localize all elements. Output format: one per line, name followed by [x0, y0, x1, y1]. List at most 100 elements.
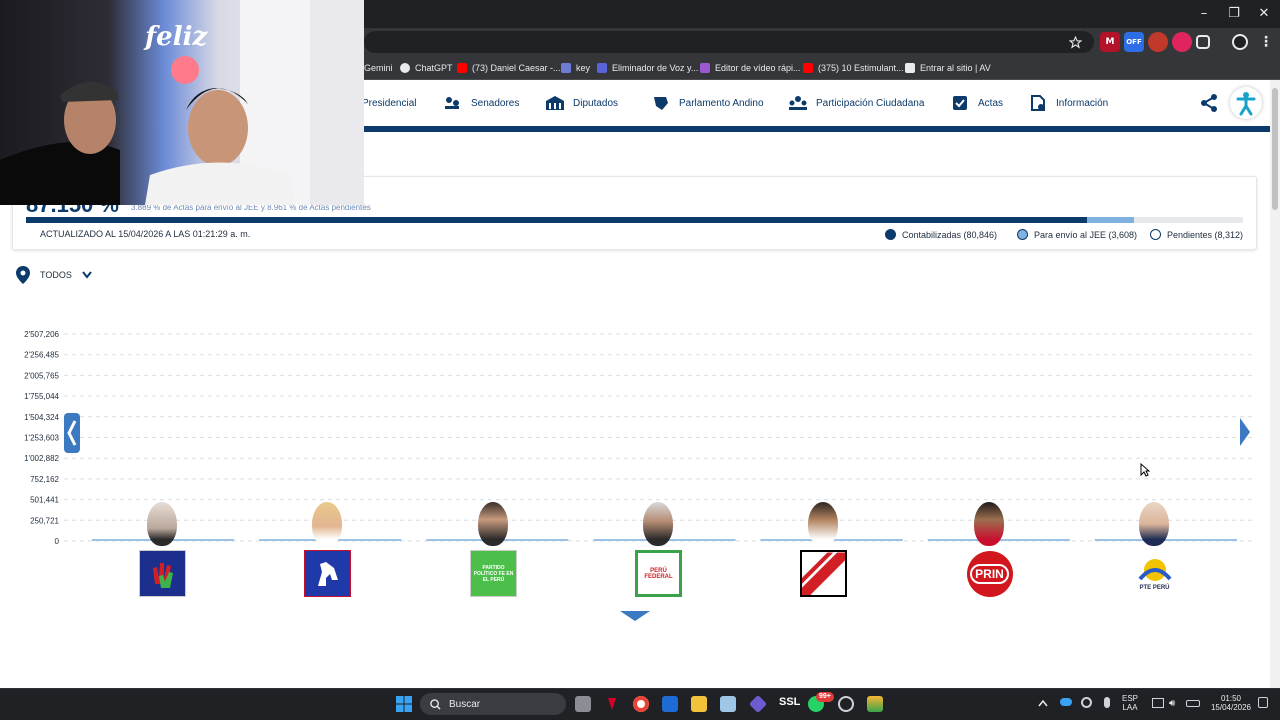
ssl-app-icon[interactable]: SSL	[779, 696, 800, 712]
prin-badge: PRIN	[966, 550, 1013, 597]
profile-icon[interactable]	[1232, 34, 1248, 50]
webcam-people-image: feliz	[0, 0, 364, 205]
nav-item-informacion[interactable]: Información	[1028, 94, 1108, 112]
nav-item-participacion[interactable]: Participación Ciudadana	[788, 94, 924, 112]
extension-m-icon[interactable]: M	[1100, 32, 1120, 52]
bookmark-star-icon[interactable]	[1069, 36, 1082, 49]
clock[interactable]: 01:50 15/04/2026	[1208, 694, 1254, 712]
extension-pink-icon[interactable]	[1172, 32, 1192, 52]
menu-kebab-icon[interactable]: ⋮	[1256, 32, 1276, 52]
bookmark-item[interactable]: Editor de vídeo rápi...	[700, 60, 801, 76]
app-icon[interactable]	[867, 696, 883, 712]
minimize-icon[interactable]: –	[1192, 4, 1216, 24]
adobe-icon[interactable]	[604, 696, 620, 712]
language-indicator[interactable]: ESP LAA	[1122, 694, 1138, 712]
battery-icon[interactable]	[1186, 700, 1200, 707]
store-icon[interactable]	[662, 696, 678, 712]
bookmark-label: (73) Daniel Caesar -...	[472, 63, 561, 73]
candidate-2[interactable]	[297, 500, 357, 600]
nav-item-parlamento-andino[interactable]: Parlamento Andino	[651, 94, 764, 112]
candidate-photo	[147, 502, 177, 546]
restore-icon[interactable]: ❐	[1222, 4, 1246, 24]
sync-icon[interactable]	[1081, 697, 1092, 708]
bookmark-label: Gemini	[364, 63, 393, 73]
party-logo-text: PRIN	[970, 563, 1009, 584]
bookmark-item[interactable]: Eliminador de Voz y...	[597, 60, 698, 76]
scrollbar-thumb[interactable]	[1272, 88, 1278, 210]
close-icon[interactable]: ✕	[1252, 4, 1276, 24]
candidate-photo	[643, 502, 673, 546]
bookmark-item[interactable]: ChatGPT	[400, 60, 453, 76]
taskbar-search[interactable]: Buscar	[420, 693, 566, 715]
chart-next-button[interactable]	[1239, 417, 1251, 447]
updated-timestamp: ACTUALIZADO AL 15/04/2026 A LAS 01:21:29…	[40, 229, 251, 239]
nav-label: Información	[1056, 97, 1109, 109]
key-icon	[561, 63, 571, 73]
party-logo: PTE PERÚ	[1131, 550, 1178, 597]
bookmark-item[interactable]: (375) 10 Estimulant...	[803, 60, 904, 76]
info-document-icon	[1031, 95, 1045, 111]
accessibility-button[interactable]	[1230, 87, 1262, 119]
task-view-icon[interactable]	[575, 696, 591, 712]
congress-building-icon	[546, 96, 564, 110]
language-bottom: LAA	[1122, 703, 1138, 712]
clock-time: 01:50	[1220, 694, 1242, 703]
diagonal-stripe-logo-icon	[802, 552, 845, 595]
progress-counted	[26, 217, 1087, 223]
onedrive-icon[interactable]	[1060, 698, 1072, 706]
youtube-icon	[457, 63, 467, 73]
legend-label: Para envío al JEE (3,608)	[1034, 229, 1138, 240]
pte-logo-icon	[1137, 558, 1172, 581]
share-icon[interactable]	[1199, 93, 1219, 113]
candidate-7[interactable]: PTE PERÚ	[1124, 500, 1184, 600]
nav-item-senadores[interactable]: Senadores	[443, 94, 519, 112]
chrome-icon[interactable]	[633, 696, 649, 712]
nav-item-actas[interactable]: Actas	[950, 94, 1003, 112]
candidate-4[interactable]: PERÚ FEDERAL	[628, 500, 688, 600]
location-pin-icon	[16, 266, 30, 284]
bookmark-label: (375) 10 Estimulant...	[818, 63, 904, 73]
nav-item-presidencial[interactable]: Presidencial	[362, 94, 416, 112]
bookmark-item[interactable]: Gemini	[364, 60, 393, 76]
nav-item-diputados[interactable]: Diputados	[545, 94, 618, 112]
microphone-icon[interactable]	[1104, 697, 1110, 708]
vocal-remover-icon	[597, 63, 607, 73]
windows-start-icon[interactable]	[396, 696, 412, 712]
volume-icon[interactable]: 🔊︎	[1169, 698, 1175, 709]
bookmark-item[interactable]: (73) Daniel Caesar -...	[457, 60, 561, 76]
candidate-6[interactable]: PRIN	[959, 500, 1019, 600]
photos-icon[interactable]	[720, 696, 736, 712]
search-icon	[430, 698, 441, 710]
extension-red-icon[interactable]	[1148, 32, 1168, 52]
checklist-icon	[953, 96, 967, 110]
region-filter[interactable]: TODOS	[16, 266, 92, 284]
candidate-1[interactable]	[132, 500, 192, 600]
address-bar[interactable]	[364, 31, 1094, 53]
party-logo	[304, 550, 351, 597]
bookmark-item[interactable]: key	[561, 60, 590, 76]
chart-prev-button[interactable]	[64, 413, 80, 453]
bookmark-label: key	[576, 63, 591, 73]
expand-down-button[interactable]	[620, 611, 650, 621]
chevron-up-icon[interactable]	[1038, 700, 1048, 707]
bookmark-item[interactable]: Entrar al sitio | AV	[905, 60, 991, 76]
notifications-icon[interactable]	[1258, 697, 1268, 708]
legend-dot	[885, 229, 896, 240]
legend-counted: Contabilizadas (80,846)	[885, 229, 997, 240]
file-explorer-icon[interactable]	[691, 696, 707, 712]
senate-icon	[445, 97, 459, 109]
svg-text:feliz: feliz	[143, 22, 208, 52]
y-tick-label: 250,721	[30, 516, 59, 525]
candidate-3[interactable]: PARTIDO POLÍTICO FE EN EL PERÚ	[463, 500, 523, 600]
candidate-5[interactable]	[793, 500, 853, 600]
legend-label: Contabilizadas (80,846)	[902, 229, 998, 240]
display-icon[interactable]	[1152, 698, 1164, 708]
party-logo-text: PTE PERÚ	[1139, 584, 1170, 591]
search-label: Buscar	[449, 698, 481, 710]
progress-bar	[26, 217, 1243, 223]
extension-off-icon[interactable]: OFF	[1124, 32, 1144, 52]
horse-logo-icon	[317, 561, 338, 586]
settings-gear-icon[interactable]	[838, 696, 854, 712]
extensions-puzzle-icon[interactable]	[1196, 35, 1210, 49]
nav-label: Actas	[978, 97, 1004, 109]
